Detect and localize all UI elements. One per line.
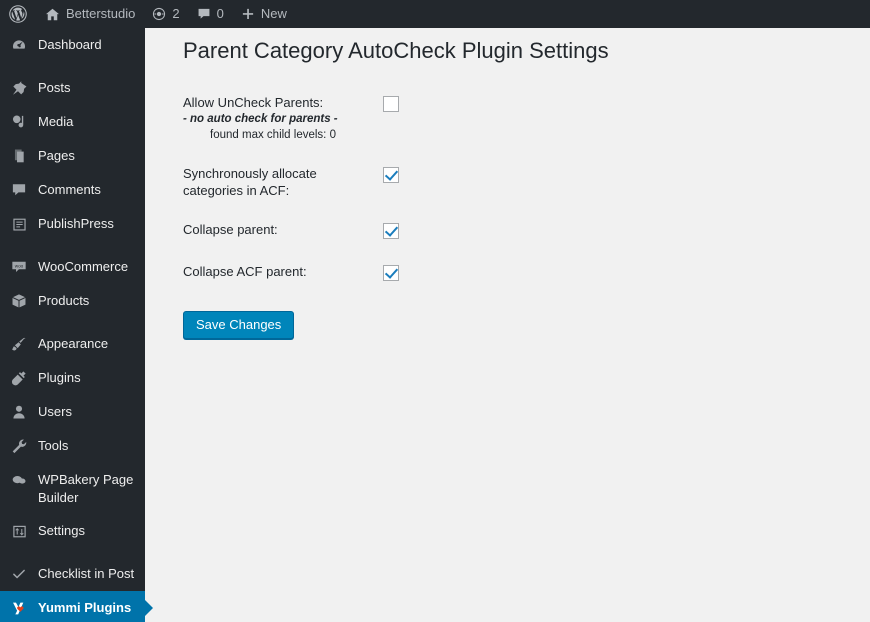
row-field-cell [383,263,443,305]
main-content: Parent Category AutoCheck Plugin Setting… [145,28,870,622]
sidebar-item-label: Plugins [38,370,81,385]
sidebar-item-label: Comments [38,182,101,197]
yummi-plugins-icon [9,598,29,618]
sidebar-item-woocommerce[interactable]: woo WooCommerce [0,250,145,284]
sidebar-item-label: Media [38,114,74,129]
sidebar-item-label: Tools [38,438,69,453]
allow-uncheck-parents-checkbox[interactable] [383,95,399,112]
products-box-icon [9,291,29,311]
sidebar-item-posts[interactable]: Posts [0,71,145,105]
sidebar-item-pages[interactable]: Pages [0,139,145,173]
row-field-cell [383,221,443,263]
svg-text:woo: woo [15,263,24,268]
pages-icon [9,146,29,166]
users-icon [9,402,29,422]
admin-sidebar-menu: Dashboard Posts Media Pages Comments Pub… [0,28,153,622]
sidebar-item-tools[interactable]: Tools [0,429,145,463]
new-content-button[interactable]: New [232,0,295,28]
site-name-label: Betterstudio [66,6,136,21]
checkmark-icon [9,564,29,584]
sidebar-item-label: Pages [38,148,75,163]
menu-separator [0,241,145,250]
appearance-brush-icon [9,334,29,354]
sync-allocate-acf-checkbox[interactable] [383,166,399,183]
publishpress-icon [9,214,29,234]
save-changes-button[interactable]: Save Changes [183,310,295,339]
dashboard-icon [9,35,29,55]
sidebar-item-label: Posts [38,80,71,95]
comment-bubble-icon [196,6,212,22]
sidebar-item-products[interactable]: Products [0,284,145,318]
tools-wrench-icon [9,436,29,456]
updates-button[interactable]: 2 [143,0,187,28]
plus-icon [240,6,256,22]
wordpress-logo-icon [8,4,28,24]
sidebar-item-label: Users [38,404,72,419]
row-label-cell: Allow UnCheck Parents: - no auto check f… [183,94,383,165]
updates-icon [151,6,167,22]
sidebar-item-checklist-in-post[interactable]: Checklist in Post [0,557,145,591]
sidebar-item-wpbakery-page-builder[interactable]: WPBakery Page Builder [0,463,145,514]
wpbakery-icon [9,470,29,490]
setting-note-primary: - no auto check for parents - [183,112,338,125]
plugins-plug-icon [9,368,29,388]
sidebar-item-appearance[interactable]: Appearance [0,327,145,361]
sidebar-item-label: Dashboard [38,37,102,52]
setting-label: Synchronously allocate categories in ACF… [183,165,317,198]
setting-label: Allow UnCheck Parents: [183,94,324,110]
pin-icon [9,78,29,98]
setting-label: Collapse ACF parent: [183,263,307,279]
menu-separator [0,62,145,71]
setting-label: Collapse parent: [183,221,278,237]
settings-row-collapse-parent: Collapse parent: [183,221,443,263]
sidebar-item-label: PublishPress [38,216,114,231]
settings-form-table: Allow UnCheck Parents: - no auto check f… [183,94,443,305]
sidebar-item-media[interactable]: Media [0,105,145,139]
settings-sliders-icon [9,521,29,541]
woocommerce-icon: woo [9,257,29,277]
sidebar-item-publishpress[interactable]: PublishPress [0,207,145,241]
sidebar-item-label: WooCommerce [38,259,129,274]
sidebar-item-label: Products [38,293,90,308]
sidebar-item-label: Settings [38,523,85,538]
settings-row-sync-allocate-acf: Synchronously allocate categories in ACF… [183,165,443,221]
new-content-label: New [260,6,287,21]
sidebar-item-label: Checklist in Post [38,566,135,581]
sidebar-item-plugins[interactable]: Plugins [0,361,145,395]
updates-count: 2 [172,6,180,21]
sidebar-item-dashboard[interactable]: Dashboard [0,28,145,62]
collapse-acf-parent-checkbox[interactable] [383,264,399,281]
media-icon [9,112,29,132]
sidebar-item-settings[interactable]: Settings [0,514,145,548]
menu-separator [0,548,145,557]
comments-button[interactable]: 0 [188,0,232,28]
admin-bar: Betterstudio 2 0 New [0,0,870,28]
settings-row-collapse-acf-parent: Collapse ACF parent: [183,263,443,305]
site-name-button[interactable]: Betterstudio [36,0,143,28]
row-label-cell: Collapse ACF parent: [183,263,383,305]
comment-bubble-icon [9,180,29,200]
row-label-cell: Collapse parent: [183,221,383,263]
setting-note-secondary: found max child levels: 0 [210,128,336,141]
sidebar-item-yummi-plugins[interactable]: Yummi Plugins [0,591,153,622]
sidebar-item-label: Appearance [38,336,109,351]
wordpress-logo-button[interactable] [0,0,36,28]
settings-row-allow-uncheck-parents: Allow UnCheck Parents: - no auto check f… [183,94,443,165]
home-icon [44,6,61,23]
collapse-parent-checkbox[interactable] [383,222,399,239]
sidebar-item-label: WPBakery Page Builder [38,472,134,505]
row-field-cell [383,165,443,221]
sidebar-item-comments[interactable]: Comments [0,173,145,207]
sidebar-item-users[interactable]: Users [0,395,145,429]
sidebar-item-label: Yummi Plugins [38,600,132,615]
row-field-cell [383,94,443,165]
comments-count: 0 [216,6,224,21]
menu-separator [0,318,145,327]
row-label-cell: Synchronously allocate categories in ACF… [183,165,383,221]
wp-admin-screen: Betterstudio 2 0 New Dashboard Posts Med… [0,0,870,622]
page-title: Parent Category AutoCheck Plugin Setting… [183,38,609,63]
